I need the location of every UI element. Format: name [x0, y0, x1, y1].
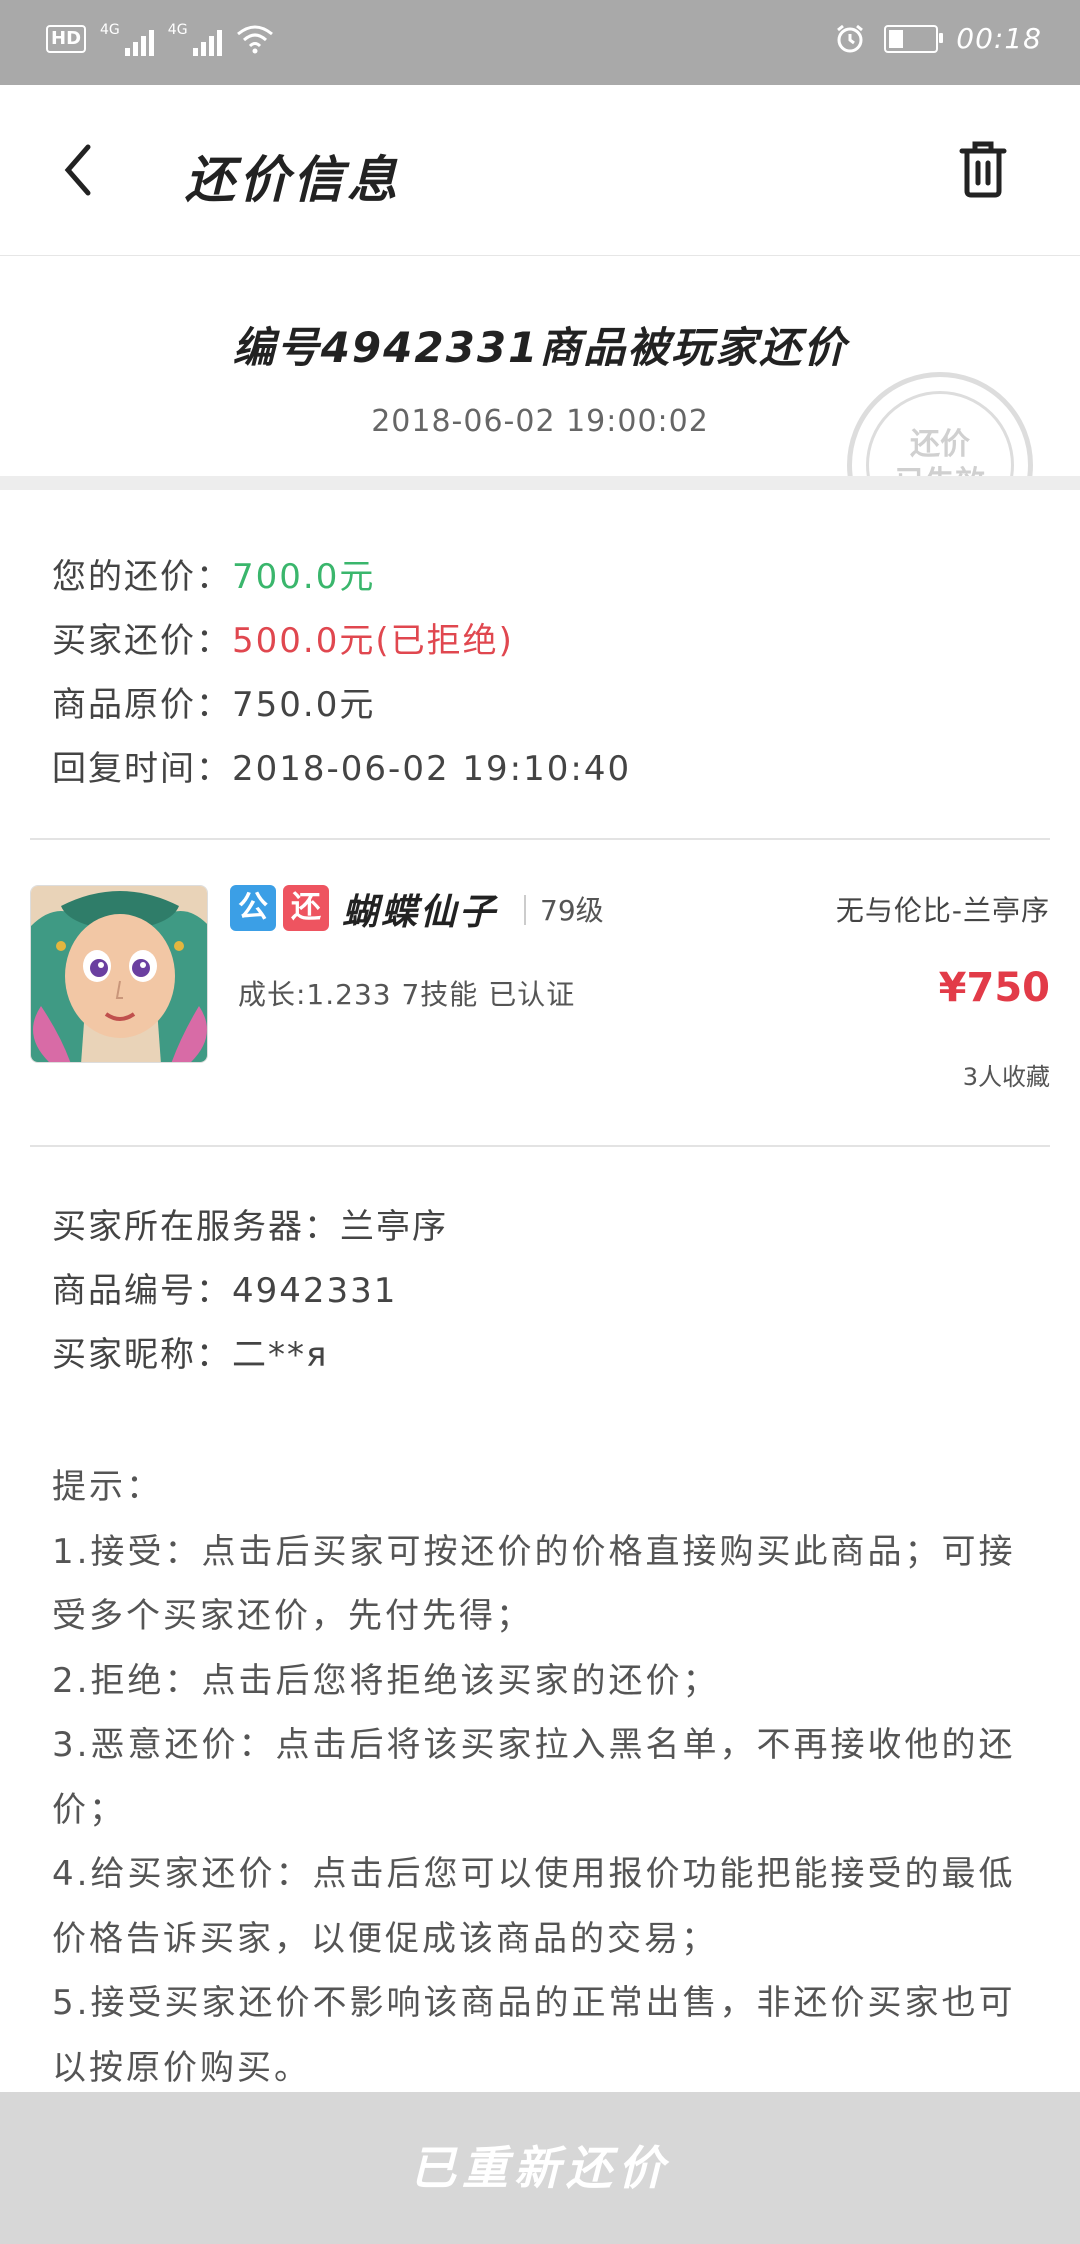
tips-section: 提示： 1.接受：点击后买家可按还价的价格直接购买此商品；可接受多个买家还价，先…: [52, 1455, 1032, 2100]
reply-time-label: 回复时间：: [52, 749, 232, 789]
item-id-label: 商品编号：: [52, 1271, 232, 1311]
buyer-info: 买家所在服务器：兰亭序 商品编号：4942331 买家昵称：二**я: [52, 1195, 448, 1387]
status-right: 00:18: [834, 22, 1042, 55]
divider: [30, 1145, 1050, 1147]
your-offer-value: 700.0元: [232, 557, 376, 597]
item-detail: 成长:1.233 7技能 已认证: [238, 978, 576, 1011]
reply-time-row: 回复时间：2018-06-02 19:10:40: [52, 737, 631, 801]
tips-heading: 提示：: [52, 1467, 163, 1507]
item-favorites: 3人收藏: [962, 1063, 1050, 1091]
item-id-row: 商品编号：4942331: [52, 1259, 448, 1323]
wifi-icon: [236, 25, 273, 54]
item-level: 79级: [540, 894, 604, 927]
original-price-label: 商品原价：: [52, 685, 232, 725]
buyer-nickname-value: 二**я: [232, 1335, 329, 1375]
alarm-icon: [837, 24, 864, 52]
original-price-value: 750.0元: [232, 685, 376, 725]
battery-icon: [884, 24, 944, 53]
tip-item: 2.拒绝：点击后您将拒绝该买家的还价；: [52, 1660, 720, 1701]
offer-tag: 还: [283, 885, 329, 931]
app-bar: 还价信息: [0, 85, 1080, 256]
public-tag: 公: [230, 885, 276, 931]
item-name: 蝴蝶仙子: [342, 892, 499, 933]
divider: [30, 838, 1050, 840]
your-offer-label: 您的还价：: [52, 557, 232, 597]
item-server: 无与伦比-兰亭序: [835, 894, 1050, 927]
buyer-offer-value: 500.0元(已拒绝): [232, 621, 514, 661]
stamp-line-1: 还价: [910, 427, 970, 462]
re-offer-button[interactable]: 已重新还价: [0, 2092, 1080, 2244]
status-bar: HD 4G 4G 00:18: [0, 0, 1080, 85]
network-type-label: 4G: [167, 22, 188, 38]
level-separator: [524, 895, 526, 925]
fairy-portrait-image: [31, 886, 207, 1062]
page-title: 还价信息: [185, 151, 401, 209]
item-price: ¥750: [938, 965, 1050, 1011]
original-price-row: 商品原价：750.0元: [52, 673, 631, 737]
buyer-server-row: 买家所在服务器：兰亭序: [52, 1195, 448, 1259]
offer-title: 编号4942331商品被玩家还价: [232, 323, 848, 372]
tip-item: 3.恶意还价：点击后将该买家拉入黑名单，不再接收他的还价；: [52, 1725, 1016, 1830]
hd-badge: HD: [46, 25, 87, 53]
your-offer-row: 您的还价：700.0元: [52, 545, 631, 609]
reply-time-value: 2018-06-02 19:10:40: [232, 749, 632, 789]
status-left: HD 4G 4G: [46, 22, 274, 56]
offer-header: 编号4942331商品被玩家还价 2018-06-02 19:00:02 还价 …: [0, 256, 1080, 476]
stamp-line-2: 已失效: [869, 464, 1011, 476]
signal-icon: 4G: [168, 22, 222, 56]
buyer-nickname-row: 买家昵称：二**я: [52, 1323, 448, 1387]
item-thumbnail: [30, 885, 208, 1063]
price-info: 您的还价：700.0元 买家还价：500.0元(已拒绝) 商品原价：750.0元…: [52, 545, 631, 801]
chevron-left-icon: [64, 144, 91, 196]
buyer-nickname-label: 买家昵称：: [52, 1335, 232, 1375]
network-type-label: 4G: [100, 22, 120, 38]
item-id-value: 4942331: [232, 1271, 398, 1311]
back-button[interactable]: [58, 135, 108, 205]
trash-icon: [959, 141, 1007, 198]
buyer-offer-label: 买家还价：: [52, 621, 232, 661]
signal-icon: 4G: [100, 22, 154, 56]
tip-item: 5.接受买家还价不影响该商品的正常出售，非还价买家也可以按原价购买。: [52, 1983, 1016, 2088]
status-time: 00:18: [956, 22, 1042, 55]
buyer-offer-row: 买家还价：500.0元(已拒绝): [52, 609, 631, 673]
buyer-server-value: 兰亭序: [340, 1207, 448, 1247]
expired-stamp: 还价 已失效: [847, 372, 1033, 476]
tip-item: 4.给买家还价：点击后您可以使用报价功能把能接受的最低价格告诉买家，以便促成该商…: [52, 1854, 1016, 1959]
tip-item: 1.接受：点击后买家可按还价的价格直接购买此商品；可接受多个买家还价，先付先得；: [52, 1531, 1016, 1637]
item-card[interactable]: 公 还 蝴蝶仙子 79级 无与伦比-兰亭序 成长:1.233 7技能 已认证 ¥…: [30, 885, 1050, 1091]
delete-button[interactable]: [958, 139, 1008, 199]
buyer-server-label: 买家所在服务器：: [52, 1207, 340, 1247]
section-separator: [0, 476, 1080, 490]
